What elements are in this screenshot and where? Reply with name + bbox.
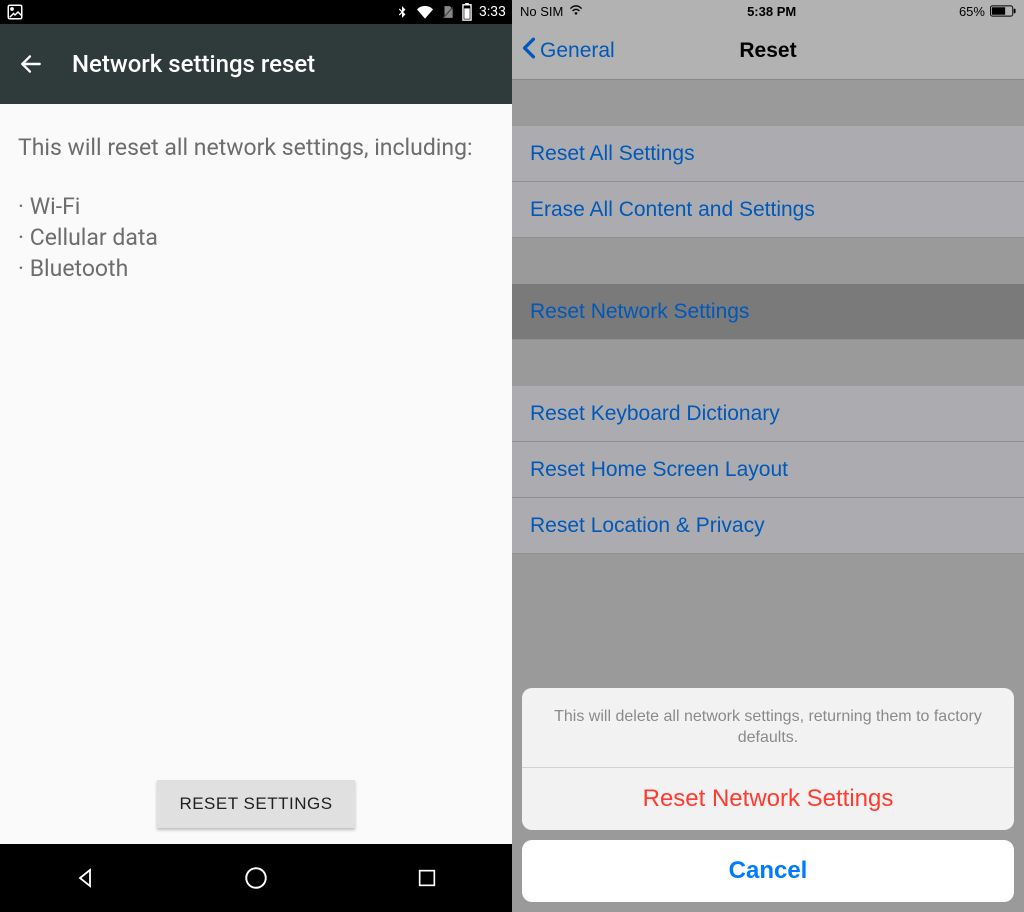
no-sim-icon (441, 3, 455, 21)
status-time: 3:33 (479, 4, 506, 20)
bullet-item: Bluetooth (18, 253, 494, 284)
content-lead: This will reset all network settings, in… (18, 132, 494, 163)
row-reset-home-screen-layout[interactable]: Reset Home Screen Layout (512, 442, 1024, 498)
status-time: 5:38 PM (747, 4, 796, 19)
bullet-list: Wi-Fi Cellular data Bluetooth (18, 191, 494, 284)
nav-back-button[interactable]: General (522, 37, 615, 65)
row-reset-all-settings[interactable]: Reset All Settings (512, 126, 1024, 182)
row-erase-all-content[interactable]: Erase All Content and Settings (512, 182, 1024, 238)
nav-recent-icon[interactable] (413, 864, 441, 892)
wifi-icon (568, 5, 584, 17)
ios-screen: No SIM 5:38 PM 65% General Reset (512, 0, 1024, 912)
action-sheet-destructive-button[interactable]: Reset Network Settings (522, 768, 1014, 830)
nav-back-icon[interactable] (71, 864, 99, 892)
android-nav-bar (0, 844, 512, 912)
android-content: This will reset all network settings, in… (0, 104, 512, 844)
back-arrow-icon[interactable] (18, 51, 44, 77)
android-app-bar: Network settings reset (0, 24, 512, 104)
battery-icon (990, 5, 1016, 17)
ios-nav-bar: General Reset (512, 22, 1024, 80)
action-sheet-cancel-button[interactable]: Cancel (522, 840, 1014, 902)
android-status-bar: 3:33 (0, 0, 512, 24)
bullet-item: Cellular data (18, 222, 494, 253)
android-screen: 3:33 Network settings reset This will re… (0, 0, 512, 912)
battery-percent: 65% (959, 4, 985, 19)
reset-settings-button[interactable]: RESET SETTINGS (157, 780, 354, 828)
image-icon (6, 3, 24, 21)
bullet-item: Wi-Fi (18, 191, 494, 222)
wifi-icon (415, 4, 435, 20)
row-reset-network-settings[interactable]: Reset Network Settings (512, 284, 1024, 340)
action-sheet-message: This will delete all network settings, r… (522, 688, 1014, 768)
chevron-left-icon (522, 37, 536, 65)
action-sheet: This will delete all network settings, r… (522, 688, 1014, 902)
appbar-title: Network settings reset (72, 50, 315, 78)
bluetooth-icon (395, 3, 409, 21)
battery-icon (461, 3, 473, 21)
row-reset-keyboard-dictionary[interactable]: Reset Keyboard Dictionary (512, 386, 1024, 442)
ios-status-bar: No SIM 5:38 PM 65% (512, 0, 1024, 22)
row-reset-location-privacy[interactable]: Reset Location & Privacy (512, 498, 1024, 554)
nav-back-label: General (540, 39, 615, 63)
nav-home-icon[interactable] (242, 864, 270, 892)
carrier-label: No SIM (520, 4, 563, 19)
